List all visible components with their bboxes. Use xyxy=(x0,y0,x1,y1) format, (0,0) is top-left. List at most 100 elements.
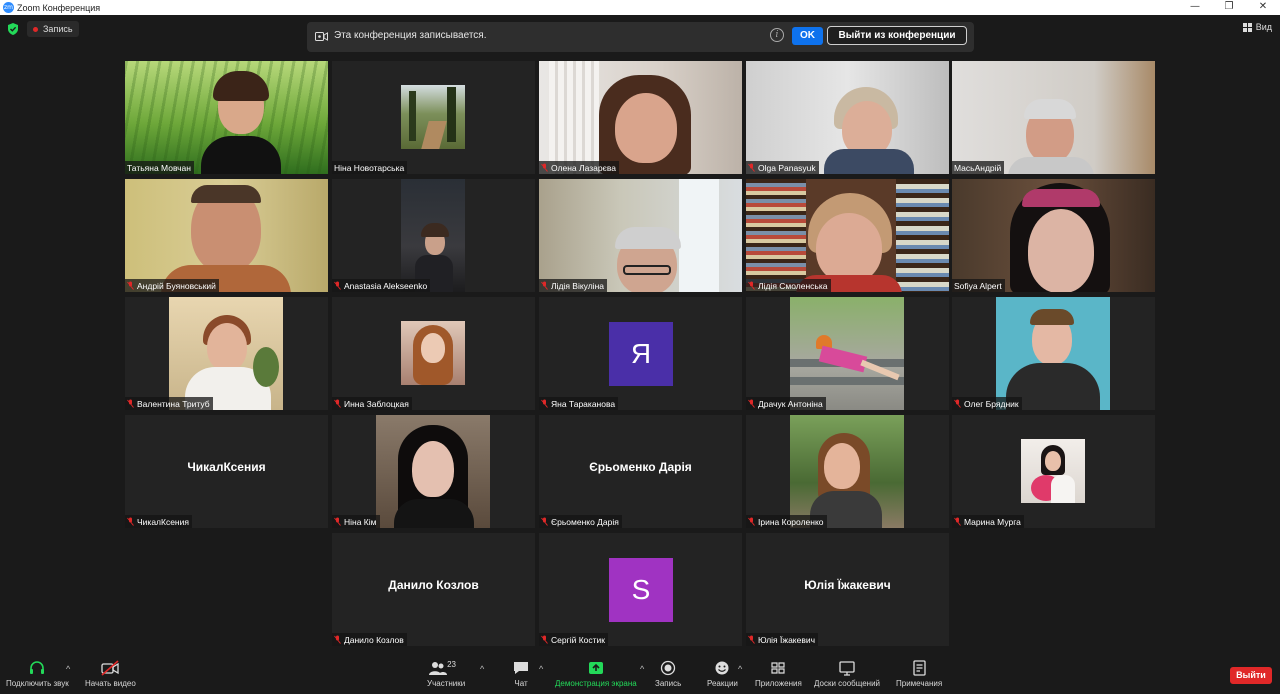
participant-video xyxy=(952,179,1155,292)
mic-muted-icon xyxy=(334,399,341,408)
reactions-caret-icon[interactable]: ^ xyxy=(738,664,742,674)
participant-nametag: Марина Мурга xyxy=(952,515,1024,528)
leave-button[interactable]: Выйти xyxy=(1230,667,1272,684)
participant-name: Anastasia Alekseenko xyxy=(344,280,428,291)
record-icon xyxy=(660,660,676,676)
participant-tile[interactable]: Олег Брядник xyxy=(952,297,1155,410)
whiteboards-button[interactable]: Доски сообщений xyxy=(814,660,880,688)
participant-nametag: Юлія Їжакевич xyxy=(746,633,819,646)
participant-tile[interactable]: Olga Panasyuk xyxy=(746,61,949,174)
participant-display-name: Єрьоменко Дарія xyxy=(589,460,692,474)
participant-name: Валентина Тритуб xyxy=(137,398,210,409)
participant-tile[interactable]: Ніна Кім xyxy=(332,415,535,528)
participant-tile[interactable]: Марина Мурга xyxy=(952,415,1155,528)
participant-nametag: Sofiya Alpert xyxy=(952,279,1005,292)
participant-nametag: Инна Заблоцкая xyxy=(332,397,412,410)
recording-dot-icon xyxy=(33,26,38,32)
participant-nametag: Олена Лазарєва xyxy=(539,161,620,174)
participant-tile[interactable]: МасьАндрій xyxy=(952,61,1155,174)
mic-muted-icon xyxy=(127,399,134,408)
share-screen-button[interactable]: Демонстрация экрана xyxy=(555,660,637,688)
mic-muted-icon xyxy=(541,399,548,408)
participant-photo xyxy=(790,297,904,410)
apps-button[interactable]: Приложения xyxy=(755,660,802,688)
participant-photo xyxy=(996,297,1110,410)
recording-camera-icon xyxy=(315,32,328,41)
apps-icon xyxy=(771,662,786,674)
ok-button[interactable]: OK xyxy=(792,27,823,45)
participant-tile[interactable]: Татьяна Мовчан xyxy=(125,61,328,174)
reactions-button[interactable]: Реакции xyxy=(707,660,738,688)
participant-tile[interactable]: Лідія Вікуліна xyxy=(539,179,742,292)
gallery-view: Татьяна Мовчан Ніна Новотарська Олена Ла… xyxy=(0,0,1280,694)
mic-muted-icon xyxy=(334,635,341,644)
participant-name: Татьяна Мовчан xyxy=(127,162,191,173)
participant-name: Ірина Короленко xyxy=(758,516,824,527)
share-screen-label: Демонстрация экрана xyxy=(555,679,637,688)
audio-options-caret-icon[interactable]: ^ xyxy=(66,664,70,674)
participant-tile[interactable]: Anastasia Alekseenko xyxy=(332,179,535,292)
participant-video xyxy=(746,61,949,174)
restore-button[interactable]: ❐ xyxy=(1212,0,1246,15)
participant-tile[interactable]: Ніна Новотарська xyxy=(332,61,535,174)
notes-label: Примечания xyxy=(896,679,943,688)
participant-tile[interactable]: Данило Козлов Данило Козлов xyxy=(332,533,535,646)
record-button[interactable]: Запись xyxy=(655,660,681,688)
participant-video xyxy=(539,179,742,292)
encryption-shield-icon[interactable] xyxy=(7,23,19,35)
participant-name: Єрьоменко Дарія xyxy=(551,516,619,527)
participant-nametag: Єрьоменко Дарія xyxy=(539,515,622,528)
participant-video xyxy=(125,179,328,292)
participant-tile[interactable]: Олена Лазарєва xyxy=(539,61,742,174)
whiteboard-icon xyxy=(839,661,855,676)
participants-button[interactable]: 23 Участники xyxy=(427,660,465,688)
participant-photo xyxy=(401,85,465,149)
participants-icon: 23 xyxy=(429,660,463,676)
minimize-button[interactable]: — xyxy=(1178,0,1212,15)
participant-name: Лідія Смоленська xyxy=(758,280,828,291)
recording-indicator[interactable]: Запись xyxy=(27,21,79,37)
start-video-button[interactable]: Начать видео xyxy=(85,660,136,688)
participant-nametag: Олег Брядник xyxy=(952,397,1022,410)
participant-nametag: Ніна Кім xyxy=(332,515,380,528)
grid-view-icon xyxy=(1242,22,1252,32)
participant-nametag: Anastasia Alekseenko xyxy=(332,279,431,292)
recording-notice-text: Эта конференция записывается. xyxy=(334,30,487,41)
mic-muted-icon xyxy=(748,635,755,644)
active-speaker-tile[interactable]: Sofiya Alpert xyxy=(952,179,1155,292)
participant-tile[interactable]: Лідія Смоленська xyxy=(746,179,949,292)
participant-tile[interactable]: Валентина Тритуб xyxy=(125,297,328,410)
notes-button[interactable]: Примечания xyxy=(896,660,942,688)
recording-notice-banner: Эта конференция записывается. i OK Выйти… xyxy=(307,22,974,52)
participant-avatar: Я xyxy=(609,322,673,386)
info-icon[interactable]: i xyxy=(770,28,784,42)
participant-tile[interactable]: Андрій Буяновський xyxy=(125,179,328,292)
chat-caret-icon[interactable]: ^ xyxy=(539,664,543,674)
participant-tile[interactable]: S Сергій Костик xyxy=(539,533,742,646)
participant-tile[interactable]: ЧикалКсения ЧикалКсения xyxy=(125,415,328,528)
reactions-icon xyxy=(715,661,729,675)
participant-nametag: Olga Panasyuk xyxy=(746,161,819,174)
participant-nametag: Яна Тараканова xyxy=(539,397,619,410)
participant-tile[interactable]: Драчук Антоніна xyxy=(746,297,949,410)
participant-nametag: Татьяна Мовчан xyxy=(125,161,194,174)
participant-video xyxy=(125,61,328,174)
leave-meeting-banner-button[interactable]: Выйти из конференции xyxy=(827,26,967,45)
participant-tile[interactable]: Инна Заблоцкая xyxy=(332,297,535,410)
view-button[interactable]: Вид xyxy=(1242,22,1272,32)
chat-button[interactable]: Чат xyxy=(512,660,530,688)
participant-tile[interactable]: Єрьоменко Дарія Єрьоменко Дарія xyxy=(539,415,742,528)
participant-nametag: Драчук Антоніна xyxy=(746,397,826,410)
participant-tile[interactable]: Юлія Їжакевич Юлія Їжакевич xyxy=(746,533,949,646)
share-caret-icon[interactable]: ^ xyxy=(640,664,644,674)
close-window-button[interactable]: ✕ xyxy=(1246,0,1280,15)
mic-muted-icon xyxy=(748,163,755,172)
join-audio-button[interactable]: Подключить звук xyxy=(6,660,69,688)
meeting-toolbar: Подключить звук ^ Начать видео 23 Участн… xyxy=(0,656,1280,694)
participant-tile[interactable]: Я Яна Тараканова xyxy=(539,297,742,410)
participants-caret-icon[interactable]: ^ xyxy=(480,664,484,674)
participant-nametag: Данило Козлов xyxy=(332,633,407,646)
participant-photo xyxy=(401,321,465,385)
participant-tile[interactable]: Ірина Короленко xyxy=(746,415,949,528)
mic-muted-icon xyxy=(748,281,755,290)
